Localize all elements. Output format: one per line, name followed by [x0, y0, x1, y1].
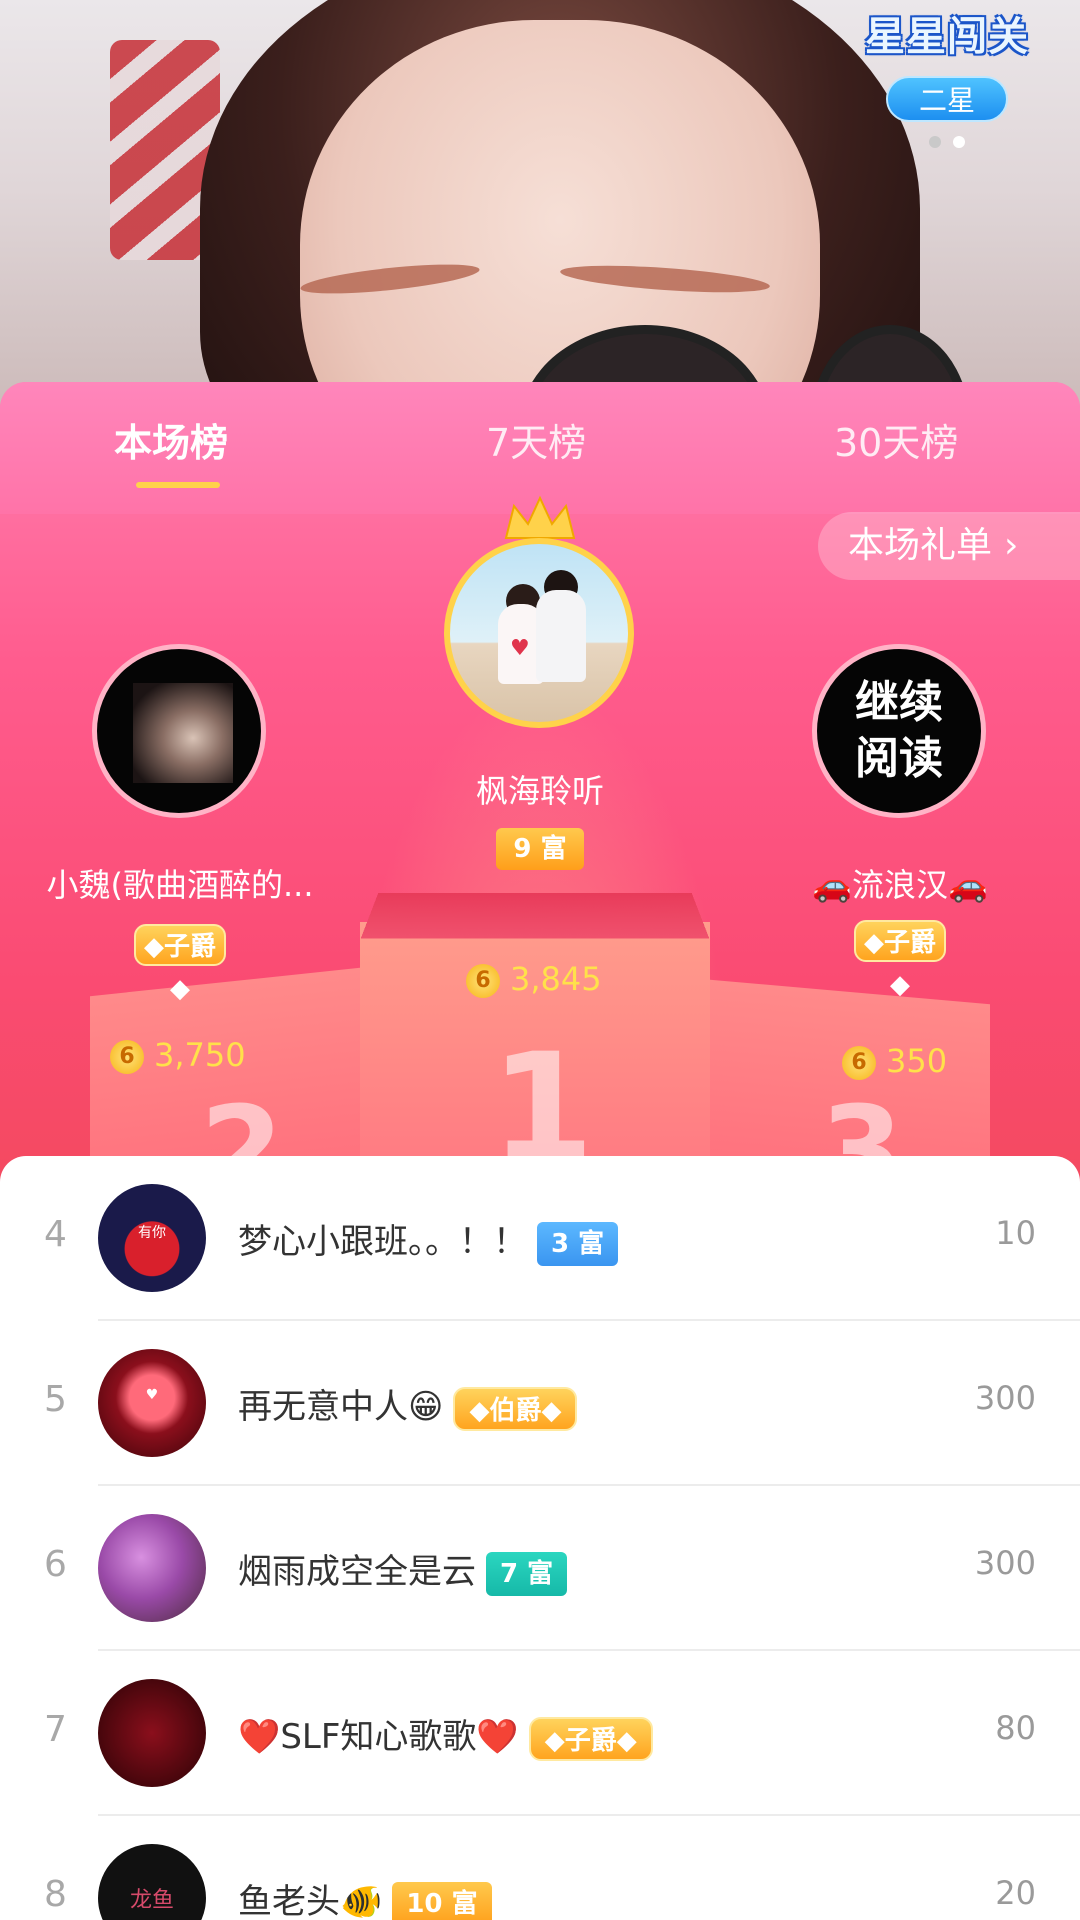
star-challenge-level: 二星	[886, 76, 1008, 122]
list-name: 再无意中人😁 ◆伯爵◆	[238, 1379, 578, 1431]
chevron-right-icon: ›	[1004, 525, 1019, 566]
carousel-dot-active[interactable]	[953, 136, 965, 148]
third-place-avatar[interactable]: 继续 阅读	[812, 644, 986, 818]
list-name-text: 鱼老头🐠	[238, 1882, 383, 1920]
first-place-name[interactable]: 枫海聆听	[390, 766, 690, 812]
heart-icon: ♥	[510, 636, 530, 661]
list-score: 80	[995, 1709, 1036, 1747]
list-name: 梦心小跟班。。！！ 3 富	[238, 1214, 619, 1266]
noble-badge: ◆子爵◆	[528, 1716, 653, 1761]
tab-30-days[interactable]: 30天榜	[834, 412, 958, 467]
first-place-wealth-badge: 9 富	[496, 828, 584, 870]
wealth-badge: 3 富	[537, 1221, 619, 1266]
gift-list-label: 本场礼单	[848, 525, 993, 566]
list-avatar-text: ♥	[145, 1387, 159, 1403]
list-name-text: 烟雨成空全是云	[238, 1552, 476, 1592]
first-place-score: 6 3,845	[466, 960, 602, 998]
list-name: ❤️SLF知心歌歌❤️ ◆子爵◆	[238, 1709, 653, 1761]
star-challenge-badge[interactable]: 星星闯关 二星	[852, 4, 1042, 148]
list-score: 300	[974, 1544, 1036, 1582]
wealth-badge: 7 富	[486, 1551, 568, 1596]
podium-first-top	[360, 893, 710, 939]
second-place-score-value: 3,750	[154, 1036, 246, 1074]
list-item[interactable]: 7 ❤️SLF知心歌歌❤️ ◆子爵◆ 80	[0, 1651, 1080, 1816]
list-name: 鱼老头🐠 10 富	[238, 1874, 492, 1920]
wealth-badge: 10 富	[392, 1881, 492, 1920]
list-name-text: 梦心小跟班。。！！	[238, 1222, 527, 1262]
list-rank: 4	[44, 1214, 67, 1255]
noble-badge: ◆伯爵◆	[453, 1386, 578, 1431]
ranking-panel: 本场榜 7天榜 30天榜 本场礼单 › 1 2 3 ♥ 枫海聆听 9 富 6 3,8…	[0, 382, 1080, 1182]
list-item[interactable]: 8 龙鱼 鱼老头🐠 10 富 20	[0, 1816, 1080, 1920]
gift-list-button[interactable]: 本场礼单 ›	[818, 512, 1080, 580]
list-rank: 7	[44, 1709, 67, 1750]
list-avatar[interactable]	[98, 1679, 206, 1787]
list-name-text: 再无意中人😁	[238, 1387, 444, 1427]
second-place-noble-badge: ◆子爵◆	[134, 924, 226, 1004]
list-avatar[interactable]: ♥	[98, 1349, 206, 1457]
third-place-score-value: 350	[886, 1042, 948, 1080]
star-challenge-title: 星星闯关	[865, 14, 1029, 60]
list-score: 20	[995, 1874, 1036, 1912]
carousel-dot[interactable]	[929, 136, 941, 148]
list-item[interactable]: 4 有你 梦心小跟班。。！！ 3 富 10	[0, 1156, 1080, 1321]
list-item[interactable]: 6 烟雨成空全是云 7 富 300	[0, 1486, 1080, 1651]
coin-icon: 6	[842, 1046, 876, 1080]
carousel-dots	[852, 136, 1042, 148]
list-avatar-text: 龙鱼	[129, 1888, 174, 1913]
third-place-score: 6 350	[842, 1042, 947, 1080]
avatar-image	[133, 683, 233, 783]
list-rank: 8	[44, 1874, 67, 1915]
list-rank: 6	[44, 1544, 67, 1585]
third-place-name[interactable]: 🚗流浪汉🚗	[780, 860, 1020, 906]
first-place-avatar[interactable]: ♥	[444, 538, 634, 728]
third-place-noble-badge: ◆子爵◆	[854, 920, 946, 1000]
tab-7-days[interactable]: 7天榜	[486, 412, 586, 467]
list-avatar[interactable]: 龙鱼	[98, 1844, 206, 1920]
tab-this-session[interactable]: 本场榜	[114, 412, 228, 467]
ranking-list: 4 有你 梦心小跟班。。！！ 3 富 10 5 ♥ 再无意中人😁 ◆伯爵◆ 300 …	[0, 1156, 1080, 1920]
list-avatar[interactable]	[98, 1514, 206, 1622]
list-name: 烟雨成空全是云 7 富	[238, 1544, 568, 1596]
list-score: 10	[995, 1214, 1036, 1252]
coin-icon: 6	[466, 964, 500, 998]
list-rank: 5	[44, 1379, 67, 1420]
crown-icon	[504, 495, 576, 539]
first-place-score-value: 3,845	[510, 960, 602, 998]
second-place-name[interactable]: 小魏(歌曲酒醉的...	[20, 860, 340, 906]
second-place-avatar[interactable]	[92, 644, 266, 818]
list-item[interactable]: 5 ♥ 再无意中人😁 ◆伯爵◆ 300	[0, 1321, 1080, 1486]
coin-icon: 6	[110, 1040, 144, 1074]
active-tab-indicator	[136, 482, 220, 488]
second-place-score: 6 3,750	[110, 1036, 246, 1074]
list-score: 300	[974, 1379, 1036, 1417]
list-avatar-text: 有你	[138, 1225, 166, 1241]
avatar-figure-body	[536, 590, 586, 682]
third-place-avatar-text: 继续 阅读	[855, 677, 943, 784]
list-name-text: ❤️SLF知心歌歌❤️	[238, 1717, 519, 1757]
list-avatar[interactable]: 有你	[98, 1184, 206, 1292]
